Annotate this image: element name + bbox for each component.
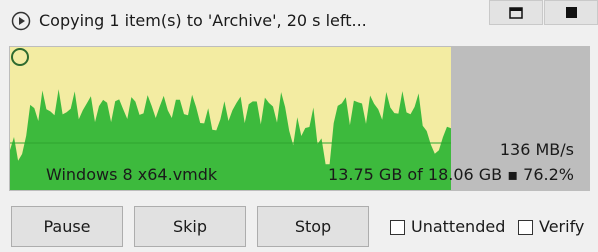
window-restore-icon (509, 6, 523, 19)
file-name: Windows 8 x64.vmdk (46, 165, 218, 184)
transfer-speed: 136 MB/s (499, 140, 574, 159)
restore-window-button[interactable] (489, 0, 543, 25)
unattended-checkbox[interactable]: Unattended (390, 216, 505, 238)
stop-button[interactable]: Stop (257, 206, 369, 247)
unattended-checkbox-box[interactable] (390, 219, 405, 235)
progress-text: 13.75 GB of 18.06 GB ▪ 76.2% (328, 165, 574, 184)
verify-label: Verify (539, 217, 585, 236)
pause-button[interactable]: Pause (11, 206, 123, 247)
verify-checkbox-box[interactable] (518, 219, 533, 235)
spinner-ring-icon (11, 48, 29, 66)
play-circle-icon (11, 11, 31, 31)
status-text: Copying 1 item(s) to 'Archive', 20 s lef… (39, 11, 367, 30)
stop-square-icon (565, 7, 577, 18)
verify-checkbox[interactable]: Verify (518, 216, 584, 238)
unattended-label: Unattended (411, 217, 506, 236)
halt-window-button[interactable] (544, 0, 598, 25)
skip-button[interactable]: Skip (134, 206, 246, 247)
copy-progress-window: Copying 1 item(s) to 'Archive', 20 s lef… (0, 0, 598, 252)
throughput-graph: Windows 8 x64.vmdk 136 MB/s 13.75 GB of … (9, 46, 590, 191)
